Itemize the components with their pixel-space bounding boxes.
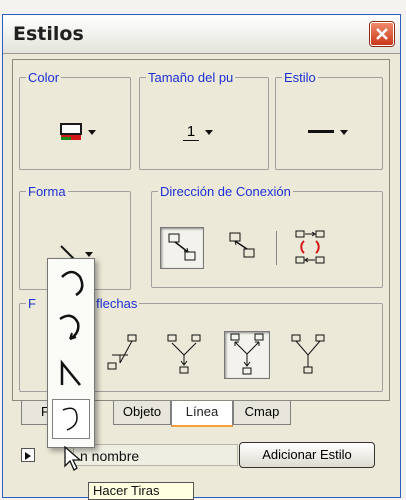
size-picker[interactable]: 1 bbox=[168, 117, 228, 147]
tooltip: Hacer Tiras bbox=[88, 482, 194, 500]
direction-group: Dirección de Conexión bbox=[151, 184, 383, 288]
line-style-picker[interactable] bbox=[296, 117, 360, 147]
expand-toggle[interactable] bbox=[21, 448, 35, 462]
arc-curve-icon bbox=[61, 270, 84, 297]
arrow-option-4[interactable] bbox=[286, 333, 332, 379]
shape-dropdown-menu bbox=[47, 258, 95, 448]
style-group: Estilo bbox=[275, 70, 383, 170]
add-style-label: Adicionar Estilo bbox=[262, 447, 352, 462]
chevron-down-icon bbox=[88, 129, 96, 135]
shape-group-label: Forma bbox=[28, 184, 66, 199]
arrow-option-3[interactable] bbox=[224, 331, 270, 379]
direction-bidirectional-button[interactable] bbox=[290, 227, 334, 271]
arrow-option-1[interactable] bbox=[102, 333, 148, 379]
add-style-button[interactable]: Adicionar Estilo bbox=[239, 442, 375, 468]
tab-object-label: Objeto bbox=[122, 404, 162, 419]
shape-option-curve-arrow[interactable] bbox=[52, 309, 90, 349]
arrow-no-head-icon bbox=[291, 334, 325, 374]
pointer-cursor-icon bbox=[64, 445, 82, 471]
divider bbox=[276, 231, 277, 265]
tab-cmap[interactable]: Cmap bbox=[233, 401, 291, 425]
bidirectional-cycle-icon bbox=[295, 230, 325, 264]
loop-curve-icon bbox=[62, 407, 78, 431]
tab-cmap-label: Cmap bbox=[244, 404, 280, 419]
tab-line[interactable]: Línea bbox=[171, 401, 233, 427]
chevron-down-icon bbox=[340, 129, 348, 135]
arrow-branch-icon bbox=[107, 334, 137, 370]
style-name-input[interactable]: n nombre bbox=[73, 444, 238, 466]
window-title: Estilos bbox=[13, 23, 84, 45]
style-name-value: n nombre bbox=[80, 448, 140, 464]
chevron-down-icon bbox=[85, 251, 93, 257]
close-icon bbox=[376, 28, 388, 40]
size-group-label: Tamaño del pu bbox=[148, 70, 234, 85]
direction-backward-button[interactable] bbox=[222, 227, 266, 269]
style-group-label: Estilo bbox=[284, 70, 316, 85]
shape-option-elbow[interactable] bbox=[52, 355, 90, 395]
color-swatch-icon bbox=[60, 123, 82, 140]
solid-line-icon bbox=[308, 130, 334, 133]
direction-forward-button[interactable] bbox=[160, 227, 204, 269]
tab-object[interactable]: Objeto bbox=[113, 401, 171, 425]
connect-backward-icon bbox=[229, 232, 255, 258]
chevron-down-icon bbox=[205, 129, 214, 135]
play-triangle-icon bbox=[25, 452, 31, 460]
shape-option-arc[interactable] bbox=[52, 265, 90, 305]
close-button[interactable] bbox=[370, 22, 394, 46]
title-bar[interactable]: Estilos bbox=[3, 15, 400, 54]
direction-group-label: Dirección de Conexión bbox=[160, 184, 291, 199]
size-value: 1 bbox=[182, 123, 200, 141]
arrow-option-2[interactable] bbox=[162, 333, 208, 379]
shape-option-loop[interactable] bbox=[52, 399, 90, 439]
curve-arrow-icon bbox=[59, 314, 80, 341]
tab-line-label: Línea bbox=[185, 404, 219, 419]
color-picker[interactable] bbox=[48, 117, 108, 147]
color-group-label: Color bbox=[28, 70, 60, 85]
tooltip-text: Hacer Tiras bbox=[93, 483, 160, 498]
elbow-line-icon bbox=[60, 359, 81, 386]
arrow-bidirectional-merge-icon bbox=[230, 333, 264, 375]
arrow-merge-down-icon bbox=[167, 334, 201, 374]
color-group: Color bbox=[19, 70, 131, 170]
size-group: Tamaño del pu 1 bbox=[139, 70, 269, 170]
arrows-label-prefix: F bbox=[28, 296, 36, 311]
connect-forward-icon bbox=[168, 233, 196, 261]
mouse-cursor bbox=[63, 445, 83, 477]
